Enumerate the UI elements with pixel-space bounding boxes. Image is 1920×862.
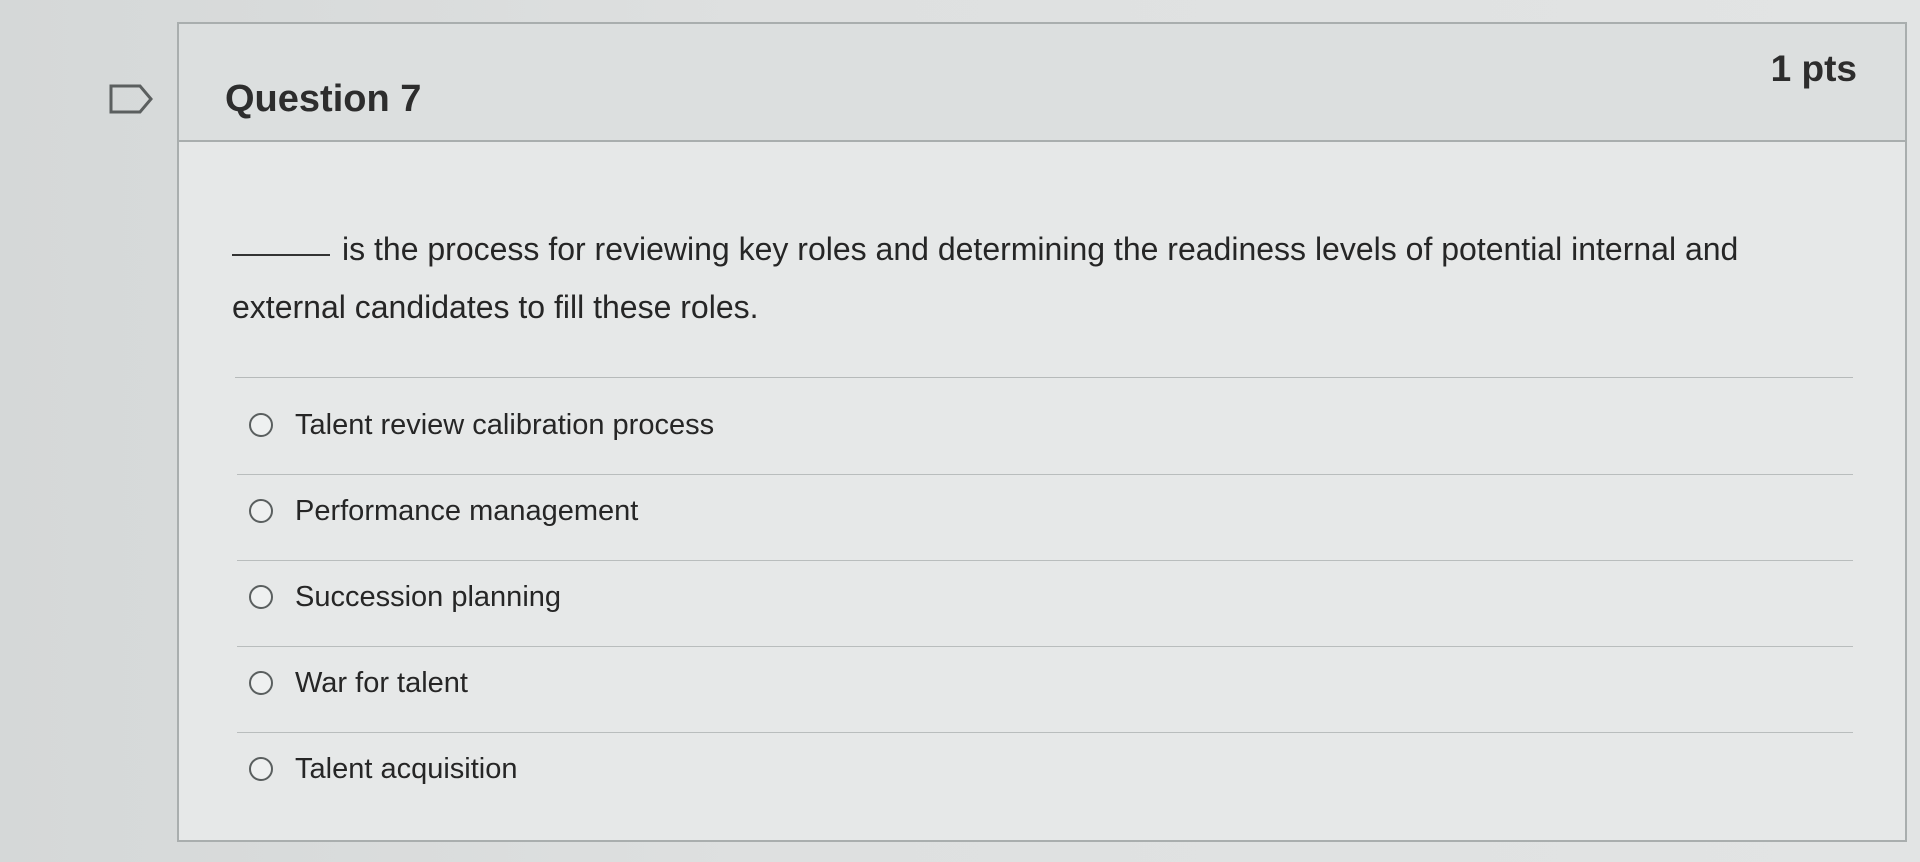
answer-option-talent-acquisition[interactable]: Talent acquisition: [249, 726, 1849, 812]
question-body: is the process for reviewing key roles a…: [179, 142, 1905, 842]
answer-option-performance-management[interactable]: Performance management: [249, 468, 1849, 554]
question-points: 1 pts: [1770, 48, 1857, 89]
answer-label: Performance management: [295, 494, 639, 527]
flag-question-icon[interactable]: [108, 83, 154, 115]
answer-label: Talent acquisition: [295, 752, 518, 785]
answer-label: Talent review calibration process: [295, 408, 715, 441]
radio-button[interactable]: [249, 585, 273, 609]
question-header: Question 7 1 pts: [179, 24, 1905, 142]
question-title: Question 7: [225, 78, 422, 120]
radio-button[interactable]: [249, 757, 273, 781]
question-prompt: is the process for reviewing key roles a…: [232, 231, 1739, 325]
question-divider: [235, 377, 1853, 378]
answer-label: War for talent: [295, 666, 468, 699]
radio-button[interactable]: [249, 413, 273, 437]
answer-label: Succession planning: [295, 580, 562, 613]
radio-button[interactable]: [249, 671, 273, 695]
answer-option-war-for-talent[interactable]: War for talent: [249, 640, 1849, 726]
question-card: Question 7 1 pts is the process for revi…: [177, 22, 1907, 842]
answer-option-talent-review[interactable]: Talent review calibration process: [249, 382, 1849, 468]
question-text: is the process for reviewing key roles a…: [232, 220, 1752, 336]
radio-button[interactable]: [249, 499, 273, 523]
answer-option-succession-planning[interactable]: Succession planning: [249, 554, 1849, 640]
fill-in-blank: [232, 254, 330, 256]
